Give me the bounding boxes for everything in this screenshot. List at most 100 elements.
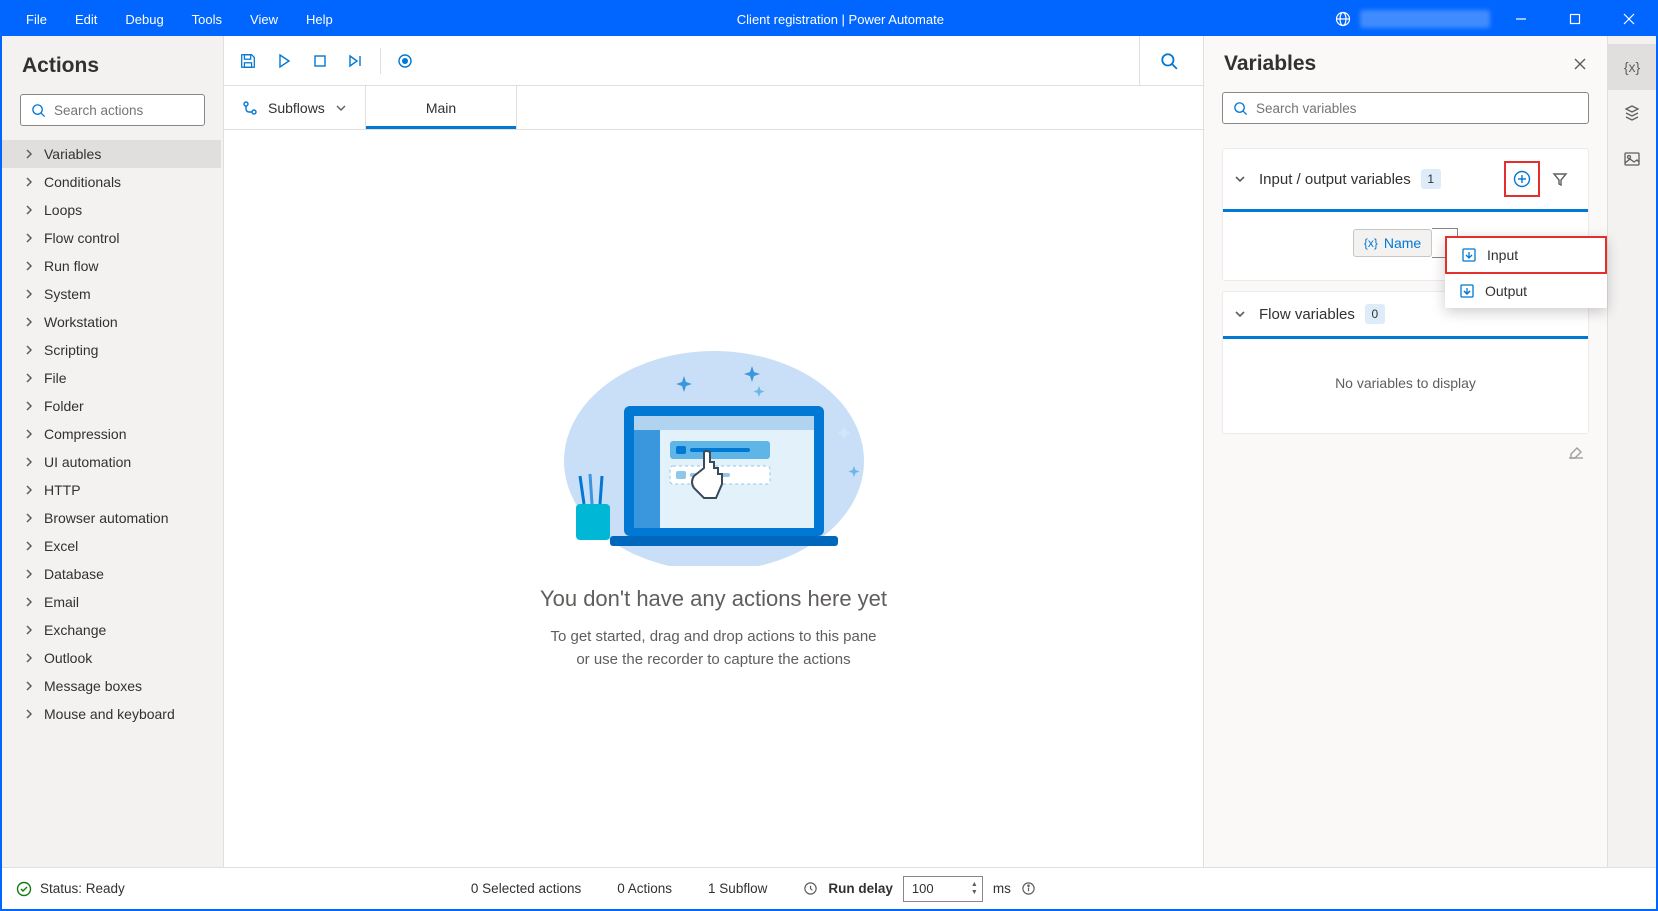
- empty-illustration: [554, 326, 874, 566]
- menu-tools[interactable]: Tools: [178, 4, 236, 35]
- actions-panel: Actions VariablesConditionals Loops Flow c…: [2, 36, 224, 867]
- menu-help[interactable]: Help: [292, 4, 347, 35]
- actions-search-input[interactable]: [54, 103, 231, 118]
- dropdown-input-option[interactable]: Input: [1445, 236, 1607, 274]
- rail-variables-button[interactable]: {x}: [1608, 44, 1656, 90]
- run-button[interactable]: [266, 43, 302, 79]
- action-group-item[interactable]: Outlook: [2, 644, 221, 672]
- title-bar-right: [1334, 2, 1656, 36]
- actions-group-list[interactable]: VariablesConditionals Loops Flow control Ru…: [2, 140, 223, 867]
- save-button[interactable]: [230, 43, 266, 79]
- clear-variables-button[interactable]: [1567, 442, 1585, 460]
- variables-close-button[interactable]: [1573, 57, 1587, 71]
- search-icon: [1233, 101, 1248, 116]
- chevron-right-icon: [24, 345, 34, 355]
- environment-pill[interactable]: [1360, 10, 1490, 28]
- filter-variables-button[interactable]: [1542, 161, 1578, 197]
- canvas-search-button[interactable]: [1139, 36, 1197, 86]
- chevron-right-icon: [24, 569, 34, 579]
- subflows-count: 1 Subflow: [708, 881, 767, 896]
- action-group-item[interactable]: Compression: [2, 420, 221, 448]
- selected-actions-count: 0 Selected actions: [471, 881, 581, 896]
- action-group-item[interactable]: File: [2, 364, 221, 392]
- action-group-item[interactable]: Exchange: [2, 616, 221, 644]
- action-group-label: Loops: [44, 202, 82, 218]
- menu-file[interactable]: File: [12, 4, 61, 35]
- empty-state-subtitle: To get started, drag and drop actions to…: [550, 626, 876, 671]
- menu-debug[interactable]: Debug: [111, 4, 177, 35]
- add-variable-button[interactable]: [1504, 161, 1540, 197]
- actions-panel-title: Actions: [2, 36, 223, 90]
- chevron-right-icon: [24, 149, 34, 159]
- chevron-right-icon: [24, 625, 34, 635]
- collapse-flow-button[interactable]: [1233, 307, 1247, 321]
- maximize-button[interactable]: [1552, 2, 1598, 36]
- variables-panel-title: Variables: [1224, 52, 1316, 76]
- globe-icon[interactable]: [1334, 10, 1352, 28]
- recorder-button[interactable]: [387, 43, 423, 79]
- action-group-label: Outlook: [44, 650, 92, 666]
- subflows-dropdown[interactable]: Subflows: [224, 86, 366, 129]
- action-group-item[interactable]: Workstation: [2, 308, 221, 336]
- run-delay-input[interactable]: 100 ▲▼: [903, 876, 983, 902]
- tab-main[interactable]: Main: [366, 86, 517, 129]
- action-group-item[interactable]: Browser automation: [2, 504, 221, 532]
- action-group-label: HTTP: [44, 482, 81, 498]
- flow-count-badge: 0: [1365, 304, 1385, 324]
- actions-search-box[interactable]: [20, 94, 205, 126]
- chevron-right-icon: [24, 429, 34, 439]
- right-icon-rail: {x}: [1608, 36, 1656, 867]
- variables-search-input[interactable]: [1256, 101, 1578, 116]
- dropdown-output-option[interactable]: Output: [1445, 274, 1607, 308]
- minimize-button[interactable]: [1498, 2, 1544, 36]
- menu-edit[interactable]: Edit: [61, 4, 111, 35]
- chevron-right-icon: [24, 233, 34, 243]
- canvas-empty-state: You don't have any actions here yet To g…: [224, 130, 1203, 867]
- action-group-item[interactable]: Run flow: [2, 252, 221, 280]
- title-bar: File Edit Debug Tools View Help Client r…: [2, 2, 1656, 36]
- status-bar: Status: Ready 0 Selected actions 0 Actio…: [2, 867, 1656, 909]
- action-group-item[interactable]: Variables: [2, 140, 221, 168]
- info-icon[interactable]: [1021, 881, 1036, 896]
- collapse-io-button[interactable]: [1233, 172, 1247, 186]
- search-icon: [31, 103, 46, 118]
- action-group-label: System: [44, 286, 91, 302]
- window-title: Client registration | Power Automate: [347, 12, 1334, 27]
- action-group-label: Run flow: [44, 258, 98, 274]
- chevron-right-icon: [24, 513, 34, 523]
- close-window-button[interactable]: [1606, 2, 1652, 36]
- action-group-label: File: [44, 370, 67, 386]
- action-group-item[interactable]: Loops: [2, 196, 221, 224]
- action-group-item[interactable]: Email: [2, 588, 221, 616]
- action-group-item[interactable]: Excel: [2, 532, 221, 560]
- rail-ui-elements-button[interactable]: [1608, 90, 1656, 136]
- action-group-label: Email: [44, 594, 79, 610]
- dropdown-output-label: Output: [1485, 283, 1527, 299]
- action-group-item[interactable]: Folder: [2, 392, 221, 420]
- io-section-title: Input / output variables: [1259, 171, 1411, 188]
- action-group-item[interactable]: Mouse and keyboard: [2, 700, 221, 728]
- action-group-item[interactable]: Flow control: [2, 224, 221, 252]
- action-group-item[interactable]: Database: [2, 560, 221, 588]
- action-group-item[interactable]: UI automation: [2, 448, 221, 476]
- action-group-item[interactable]: System: [2, 280, 221, 308]
- action-group-item[interactable]: Message boxes: [2, 672, 221, 700]
- chevron-right-icon: [24, 289, 34, 299]
- chevron-right-icon: [24, 485, 34, 495]
- action-group-item[interactable]: Scripting: [2, 336, 221, 364]
- variables-search-box[interactable]: [1222, 92, 1589, 124]
- run-delay-value: 100: [912, 881, 971, 896]
- ms-label: ms: [993, 881, 1011, 896]
- flow-variables-section: Flow variables 0 No variables to display: [1222, 291, 1589, 434]
- action-group-item[interactable]: HTTP: [2, 476, 221, 504]
- variable-chip-name[interactable]: {x} Name: [1353, 229, 1432, 257]
- spinner-arrows[interactable]: ▲▼: [971, 881, 978, 897]
- flow-vars-empty: No variables to display: [1315, 355, 1496, 411]
- tabs-row: Subflows Main: [224, 86, 1203, 130]
- stop-button[interactable]: [302, 43, 338, 79]
- step-button[interactable]: [338, 43, 374, 79]
- menu-view[interactable]: View: [236, 4, 292, 35]
- menu-bar: File Edit Debug Tools View Help: [2, 4, 347, 35]
- action-group-item[interactable]: Conditionals: [2, 168, 221, 196]
- rail-images-button[interactable]: [1608, 136, 1656, 182]
